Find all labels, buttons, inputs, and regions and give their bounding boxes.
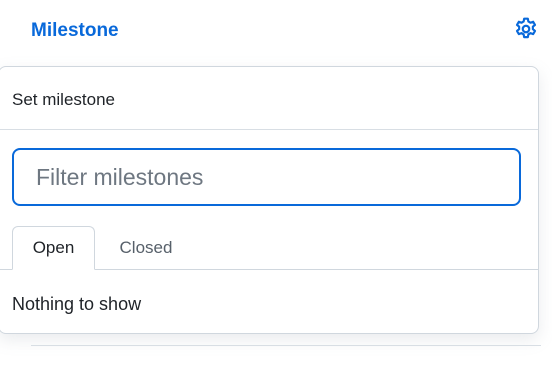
empty-state-message: Nothing to show bbox=[12, 294, 142, 314]
gear-icon-svg bbox=[515, 17, 537, 39]
popover-title: Set milestone bbox=[12, 90, 115, 109]
filter-milestones-input[interactable] bbox=[12, 148, 521, 206]
tab-open[interactable]: Open bbox=[12, 226, 95, 270]
gear-icon[interactable] bbox=[511, 14, 541, 44]
page: Milestone Set milestone Open Closed Noth… bbox=[0, 0, 552, 368]
tab-closed[interactable]: Closed bbox=[101, 226, 191, 270]
divider bbox=[0, 129, 538, 130]
milestone-popover: Set milestone Open Closed Nothing to sho… bbox=[0, 66, 539, 334]
section-divider bbox=[31, 345, 541, 346]
milestone-heading[interactable]: Milestone bbox=[31, 20, 119, 42]
milestone-tabs: Open Closed bbox=[0, 226, 538, 270]
